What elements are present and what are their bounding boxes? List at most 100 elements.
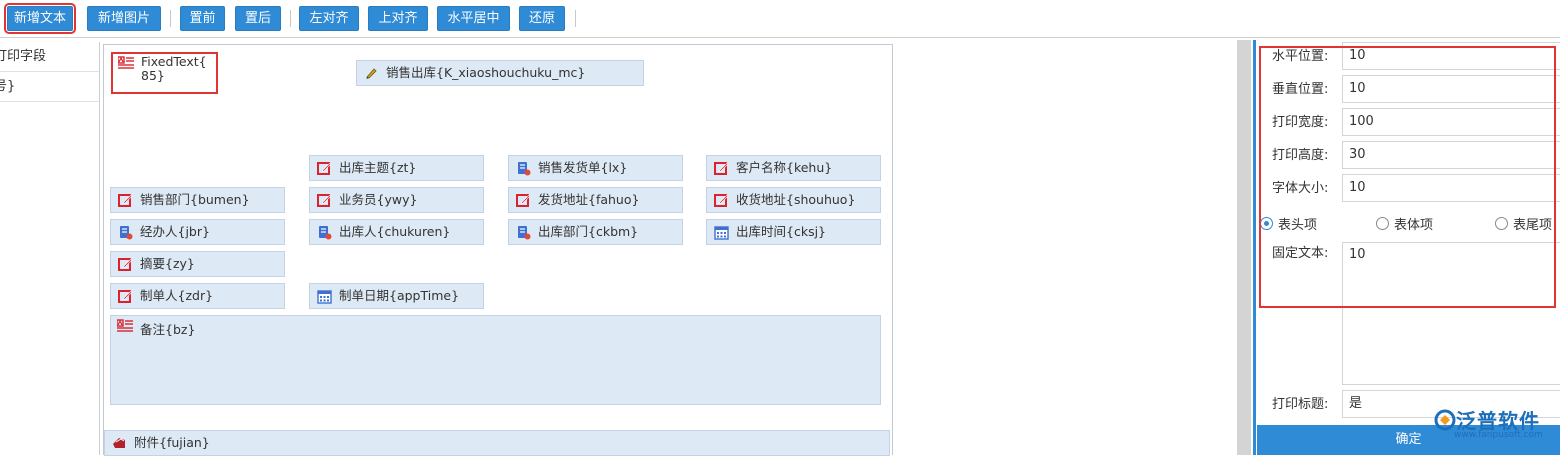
prop-row-width: 打印宽度: 100 <box>1257 106 1560 139</box>
field-label: 备注{bz} <box>140 322 196 337</box>
reset-button[interactable]: 还原 <box>519 6 565 31</box>
user-icon <box>515 160 531 176</box>
toolbar-separator <box>575 10 576 27</box>
field-summary[interactable]: 摘要{zy} <box>110 251 285 277</box>
fixed-text-field[interactable]: FixedText{ 85} <box>111 52 218 94</box>
toolbar: 新增文本 新增图片 置前 置后 左对齐 上对齐 水平居中 还原 <box>0 0 1560 38</box>
radio-unchecked-icon <box>1495 217 1508 230</box>
print-title-label: 打印标题: <box>1272 397 1329 412</box>
width-input[interactable]: 100 <box>1342 108 1560 136</box>
radio-footer-label: 表尾项 <box>1513 218 1553 233</box>
field-creator[interactable]: 制单人{zdr} <box>110 283 285 309</box>
field-sales-out[interactable]: 销售出库{K_xiaoshouchuku_mc} <box>356 60 644 86</box>
radio-checked-icon <box>1260 217 1273 230</box>
edit-icon <box>316 160 332 176</box>
toolbar-separator <box>170 10 171 27</box>
align-top-button[interactable]: 上对齐 <box>368 6 428 31</box>
logo-url: www.fanpusoft.com <box>1454 430 1543 440</box>
field-salesman[interactable]: 业务员{ywy} <box>309 187 484 213</box>
field-label: 销售发货单{lx} <box>538 160 628 175</box>
field-label: 业务员{ywy} <box>339 192 418 207</box>
field-remark[interactable]: 备注{bz} <box>110 315 881 405</box>
user-icon <box>117 224 133 240</box>
edit-icon <box>117 256 133 272</box>
v-pos-input[interactable]: 10 <box>1342 75 1560 103</box>
field-receive-address[interactable]: 收货地址{shouhuo} <box>706 187 881 213</box>
radio-footer[interactable]: 表尾项 <box>1495 214 1552 233</box>
field-customer-name[interactable]: 客户名称{kehu} <box>706 155 881 181</box>
field-label: 经办人{jbr} <box>140 224 210 239</box>
field-sales-invoice[interactable]: 销售发货单{lx} <box>508 155 683 181</box>
height-input[interactable]: 30 <box>1342 141 1560 169</box>
radio-body-label: 表体项 <box>1394 218 1434 233</box>
edit-icon <box>713 160 729 176</box>
fixed-text-textarea[interactable]: 10 <box>1342 242 1560 385</box>
field-ship-address[interactable]: 发货地址{fahuo} <box>508 187 683 213</box>
calendar-icon <box>316 288 332 304</box>
prop-row-height: 打印高度: 30 <box>1257 139 1560 172</box>
field-label: 出库时间{cksj} <box>736 224 827 239</box>
edit-icon <box>117 288 133 304</box>
font-size-label: 字体大小: <box>1272 181 1329 196</box>
design-canvas: FixedText{ 85} 销售出库{K_xiaoshouchuku_mc} … <box>103 44 893 456</box>
field-label: 发货地址{fahuo} <box>538 192 640 207</box>
field-sales-dept[interactable]: 销售部门{bumen} <box>110 187 285 213</box>
h-pos-label: 水平位置: <box>1272 49 1329 64</box>
field-out-time[interactable]: 出库时间{cksj} <box>706 219 881 245</box>
field-label: 客户名称{kehu} <box>736 160 833 175</box>
logo-icon <box>1434 409 1456 430</box>
field-label: 销售部门{bumen} <box>140 192 250 207</box>
field-label: 销售出库{K_xiaoshouchuku_mc} <box>386 65 586 80</box>
add-image-button[interactable]: 新增图片 <box>87 6 161 31</box>
field-handler[interactable]: 经办人{jbr} <box>110 219 285 245</box>
field-label: 收货地址{shouhuo} <box>736 192 856 207</box>
prop-row-v-pos: 垂直位置: 10 <box>1257 73 1560 106</box>
edit-icon <box>117 192 133 208</box>
edit-icon <box>713 192 729 208</box>
field-label: 出库部门{ckbm} <box>538 224 639 239</box>
field-create-date[interactable]: 制单日期{appTime} <box>309 283 484 309</box>
splitter-border <box>1253 40 1256 455</box>
prop-row-h-pos: 水平位置: 10 <box>1257 40 1560 73</box>
prop-row-font-size: 字体大小: 10 <box>1257 172 1560 205</box>
field-attachment[interactable]: 附件{fujian} <box>104 430 890 456</box>
radio-body[interactable]: 表体项 <box>1376 214 1433 233</box>
field-label: 制单人{zdr} <box>140 288 214 303</box>
field-label: 出库人{chukuren} <box>339 224 451 239</box>
fixed-text-label: FixedText{ 85} <box>141 54 207 83</box>
attachment-icon <box>111 435 127 451</box>
radio-header[interactable]: 表头项 <box>1260 214 1317 233</box>
field-list: 打印字段 号} <box>0 42 100 455</box>
center-horizontal-button[interactable]: 水平居中 <box>437 6 510 31</box>
radio-header-label: 表头项 <box>1278 218 1318 233</box>
add-text-button[interactable]: 新增文本 <box>4 3 76 34</box>
pencil-icon <box>363 65 379 81</box>
height-label: 打印高度: <box>1272 148 1329 163</box>
bring-front-button[interactable]: 置前 <box>180 6 225 31</box>
brand-logo: 泛普软件 www.fanpusoft.com <box>1434 405 1543 440</box>
field-label: 制单日期{appTime} <box>339 288 460 303</box>
align-left-button[interactable]: 左对齐 <box>299 6 359 31</box>
field-out-subject[interactable]: 出库主题{zt} <box>309 155 484 181</box>
font-size-input[interactable]: 10 <box>1342 174 1560 202</box>
radio-unchecked-icon <box>1376 217 1389 230</box>
send-back-button[interactable]: 置后 <box>235 6 281 31</box>
properties-panel: 水平位置: 10 垂直位置: 10 打印宽度: 100 打印高度: 30 字体大… <box>1257 40 1560 455</box>
field-list-header: 打印字段 <box>0 42 99 72</box>
field-out-person[interactable]: 出库人{chukuren} <box>309 219 484 245</box>
h-pos-input[interactable]: 10 <box>1342 42 1560 70</box>
user-icon <box>316 224 332 240</box>
fixed-text-label: 固定文本: <box>1272 246 1329 261</box>
v-pos-label: 垂直位置: <box>1272 82 1329 97</box>
splitter-scrollbar[interactable] <box>1237 40 1251 455</box>
field-out-dept[interactable]: 出库部门{ckbm} <box>508 219 683 245</box>
text-icon <box>117 318 133 334</box>
field-label: 出库主题{zt} <box>339 160 417 175</box>
width-label: 打印宽度: <box>1272 115 1329 130</box>
field-label: 附件{fujian} <box>134 435 210 450</box>
field-label: 摘要{zy} <box>140 256 195 271</box>
edit-icon <box>515 192 531 208</box>
field-list-item[interactable]: 号} <box>0 72 99 102</box>
toolbar-separator <box>290 10 291 27</box>
edit-icon <box>316 192 332 208</box>
